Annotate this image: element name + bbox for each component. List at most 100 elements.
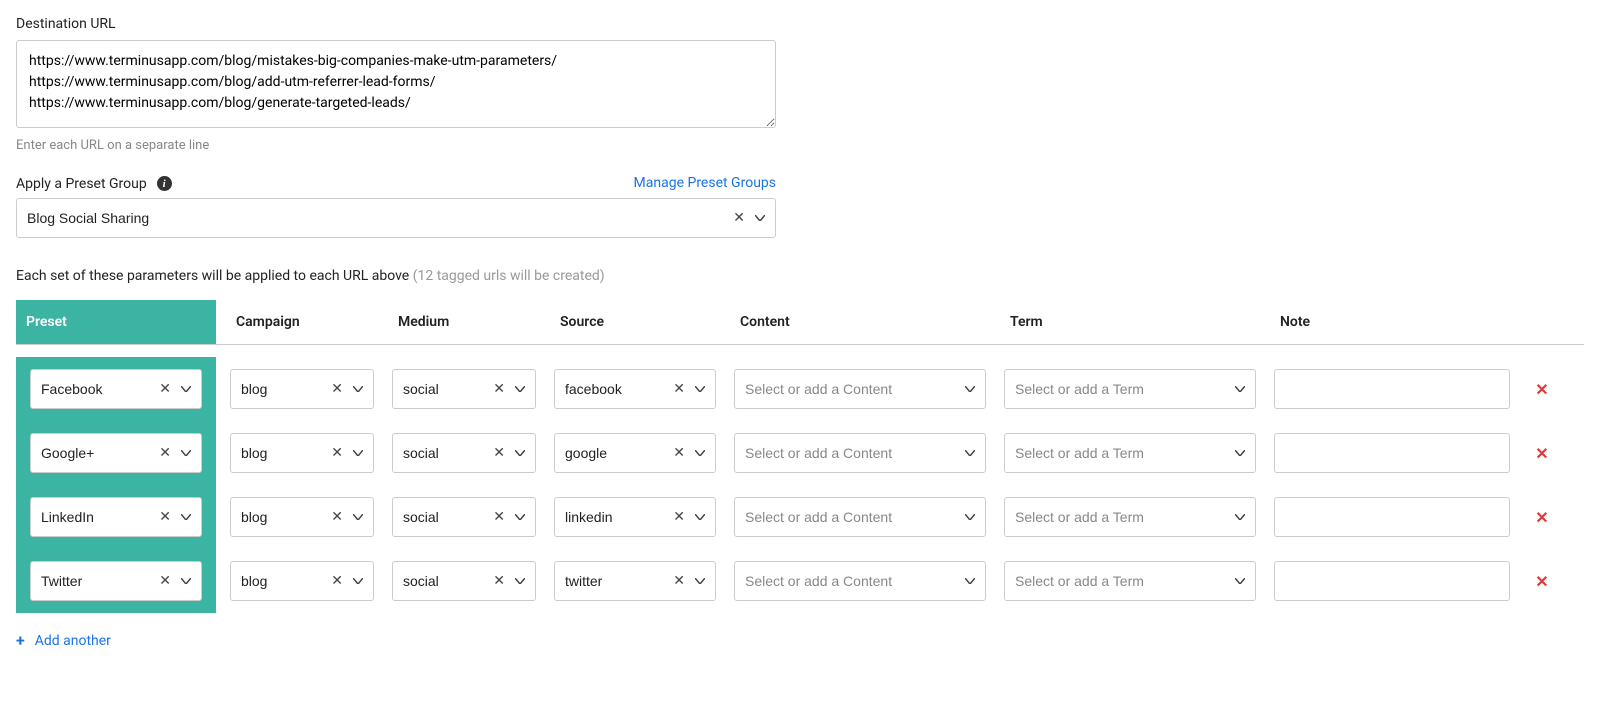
campaign-select[interactable]: ✕ xyxy=(230,561,374,601)
preset-select-input[interactable] xyxy=(41,573,153,589)
note-input[interactable] xyxy=(1274,433,1510,473)
source-select-input[interactable] xyxy=(565,573,667,589)
info-icon[interactable]: i xyxy=(157,176,172,191)
preset-group-select[interactable]: ✕ xyxy=(16,198,776,238)
medium-select-input[interactable] xyxy=(403,381,487,397)
chevron-down-icon[interactable] xyxy=(177,514,195,520)
clear-icon[interactable]: ✕ xyxy=(487,377,511,401)
source-select-input[interactable] xyxy=(565,445,667,461)
preset-select-input[interactable] xyxy=(41,381,153,397)
chevron-down-icon[interactable] xyxy=(349,514,367,520)
medium-select[interactable]: ✕ xyxy=(392,497,536,537)
clear-icon[interactable]: ✕ xyxy=(487,505,511,529)
chevron-down-icon[interactable] xyxy=(961,514,979,520)
content-select[interactable] xyxy=(734,433,986,473)
source-select[interactable]: ✕ xyxy=(554,561,716,601)
chevron-down-icon[interactable] xyxy=(691,514,709,520)
campaign-select-input[interactable] xyxy=(241,509,325,525)
clear-icon[interactable]: ✕ xyxy=(667,377,691,401)
destination-url-textarea[interactable] xyxy=(16,40,776,128)
clear-icon[interactable]: ✕ xyxy=(667,505,691,529)
chevron-down-icon[interactable] xyxy=(511,386,529,392)
preset-select[interactable]: ✕ xyxy=(30,369,202,409)
clear-icon[interactable]: ✕ xyxy=(325,505,349,529)
chevron-down-icon[interactable] xyxy=(961,386,979,392)
clear-icon[interactable]: ✕ xyxy=(325,569,349,593)
note-input[interactable] xyxy=(1274,561,1510,601)
medium-select-input[interactable] xyxy=(403,445,487,461)
term-select-input[interactable] xyxy=(1015,509,1231,525)
preset-select[interactable]: ✕ xyxy=(30,497,202,537)
chevron-down-icon[interactable] xyxy=(349,450,367,456)
clear-icon[interactable]: ✕ xyxy=(487,441,511,465)
clear-icon[interactable]: ✕ xyxy=(153,505,177,529)
chevron-down-icon[interactable] xyxy=(691,386,709,392)
preset-select[interactable]: ✕ xyxy=(30,433,202,473)
term-select[interactable] xyxy=(1004,433,1256,473)
campaign-select-input[interactable] xyxy=(241,381,325,397)
chevron-down-icon[interactable] xyxy=(177,450,195,456)
manage-preset-groups-link[interactable]: Manage Preset Groups xyxy=(634,175,776,191)
term-select-input[interactable] xyxy=(1015,381,1231,397)
source-select[interactable]: ✕ xyxy=(554,369,716,409)
chevron-down-icon[interactable] xyxy=(691,450,709,456)
content-select[interactable] xyxy=(734,369,986,409)
medium-select[interactable]: ✕ xyxy=(392,369,536,409)
delete-row-button[interactable]: ✕ xyxy=(1535,508,1548,527)
preset-select-input[interactable] xyxy=(41,509,153,525)
source-select[interactable]: ✕ xyxy=(554,497,716,537)
content-select-input[interactable] xyxy=(745,509,961,525)
campaign-select-input[interactable] xyxy=(241,573,325,589)
chevron-down-icon[interactable] xyxy=(1231,450,1249,456)
chevron-down-icon[interactable] xyxy=(349,578,367,584)
add-another-button[interactable]: + Add another xyxy=(16,631,111,650)
clear-icon[interactable]: ✕ xyxy=(153,377,177,401)
note-input[interactable] xyxy=(1274,369,1510,409)
chevron-down-icon[interactable] xyxy=(1231,514,1249,520)
clear-icon[interactable]: ✕ xyxy=(487,569,511,593)
chevron-down-icon[interactable] xyxy=(511,450,529,456)
content-select[interactable] xyxy=(734,561,986,601)
chevron-down-icon[interactable] xyxy=(1231,386,1249,392)
content-select-input[interactable] xyxy=(745,445,961,461)
source-select-input[interactable] xyxy=(565,509,667,525)
content-select-input[interactable] xyxy=(745,573,961,589)
clear-icon[interactable]: ✕ xyxy=(153,569,177,593)
clear-icon[interactable]: ✕ xyxy=(325,441,349,465)
chevron-down-icon[interactable] xyxy=(177,386,195,392)
clear-icon[interactable]: ✕ xyxy=(325,377,349,401)
campaign-select[interactable]: ✕ xyxy=(230,433,374,473)
campaign-select-input[interactable] xyxy=(241,445,325,461)
medium-select-input[interactable] xyxy=(403,573,487,589)
campaign-select[interactable]: ✕ xyxy=(230,369,374,409)
clear-icon[interactable]: ✕ xyxy=(153,441,177,465)
chevron-down-icon[interactable] xyxy=(1231,578,1249,584)
medium-select[interactable]: ✕ xyxy=(392,433,536,473)
note-input[interactable] xyxy=(1274,497,1510,537)
term-select-input[interactable] xyxy=(1015,445,1231,461)
delete-row-button[interactable]: ✕ xyxy=(1535,380,1548,399)
term-select[interactable] xyxy=(1004,369,1256,409)
delete-row-button[interactable]: ✕ xyxy=(1535,572,1548,591)
chevron-down-icon[interactable] xyxy=(177,578,195,584)
clear-icon[interactable]: ✕ xyxy=(727,206,751,230)
chevron-down-icon[interactable] xyxy=(961,578,979,584)
chevron-down-icon[interactable] xyxy=(691,578,709,584)
term-select[interactable] xyxy=(1004,561,1256,601)
chevron-down-icon[interactable] xyxy=(511,514,529,520)
medium-select[interactable]: ✕ xyxy=(392,561,536,601)
campaign-select[interactable]: ✕ xyxy=(230,497,374,537)
preset-select-input[interactable] xyxy=(41,445,153,461)
chevron-down-icon[interactable] xyxy=(961,450,979,456)
chevron-down-icon[interactable] xyxy=(751,215,769,221)
clear-icon[interactable]: ✕ xyxy=(667,441,691,465)
term-select[interactable] xyxy=(1004,497,1256,537)
preset-group-select-input[interactable] xyxy=(27,210,727,226)
delete-row-button[interactable]: ✕ xyxy=(1535,444,1548,463)
content-select-input[interactable] xyxy=(745,381,961,397)
medium-select-input[interactable] xyxy=(403,509,487,525)
clear-icon[interactable]: ✕ xyxy=(667,569,691,593)
source-select[interactable]: ✕ xyxy=(554,433,716,473)
chevron-down-icon[interactable] xyxy=(511,578,529,584)
source-select-input[interactable] xyxy=(565,381,667,397)
